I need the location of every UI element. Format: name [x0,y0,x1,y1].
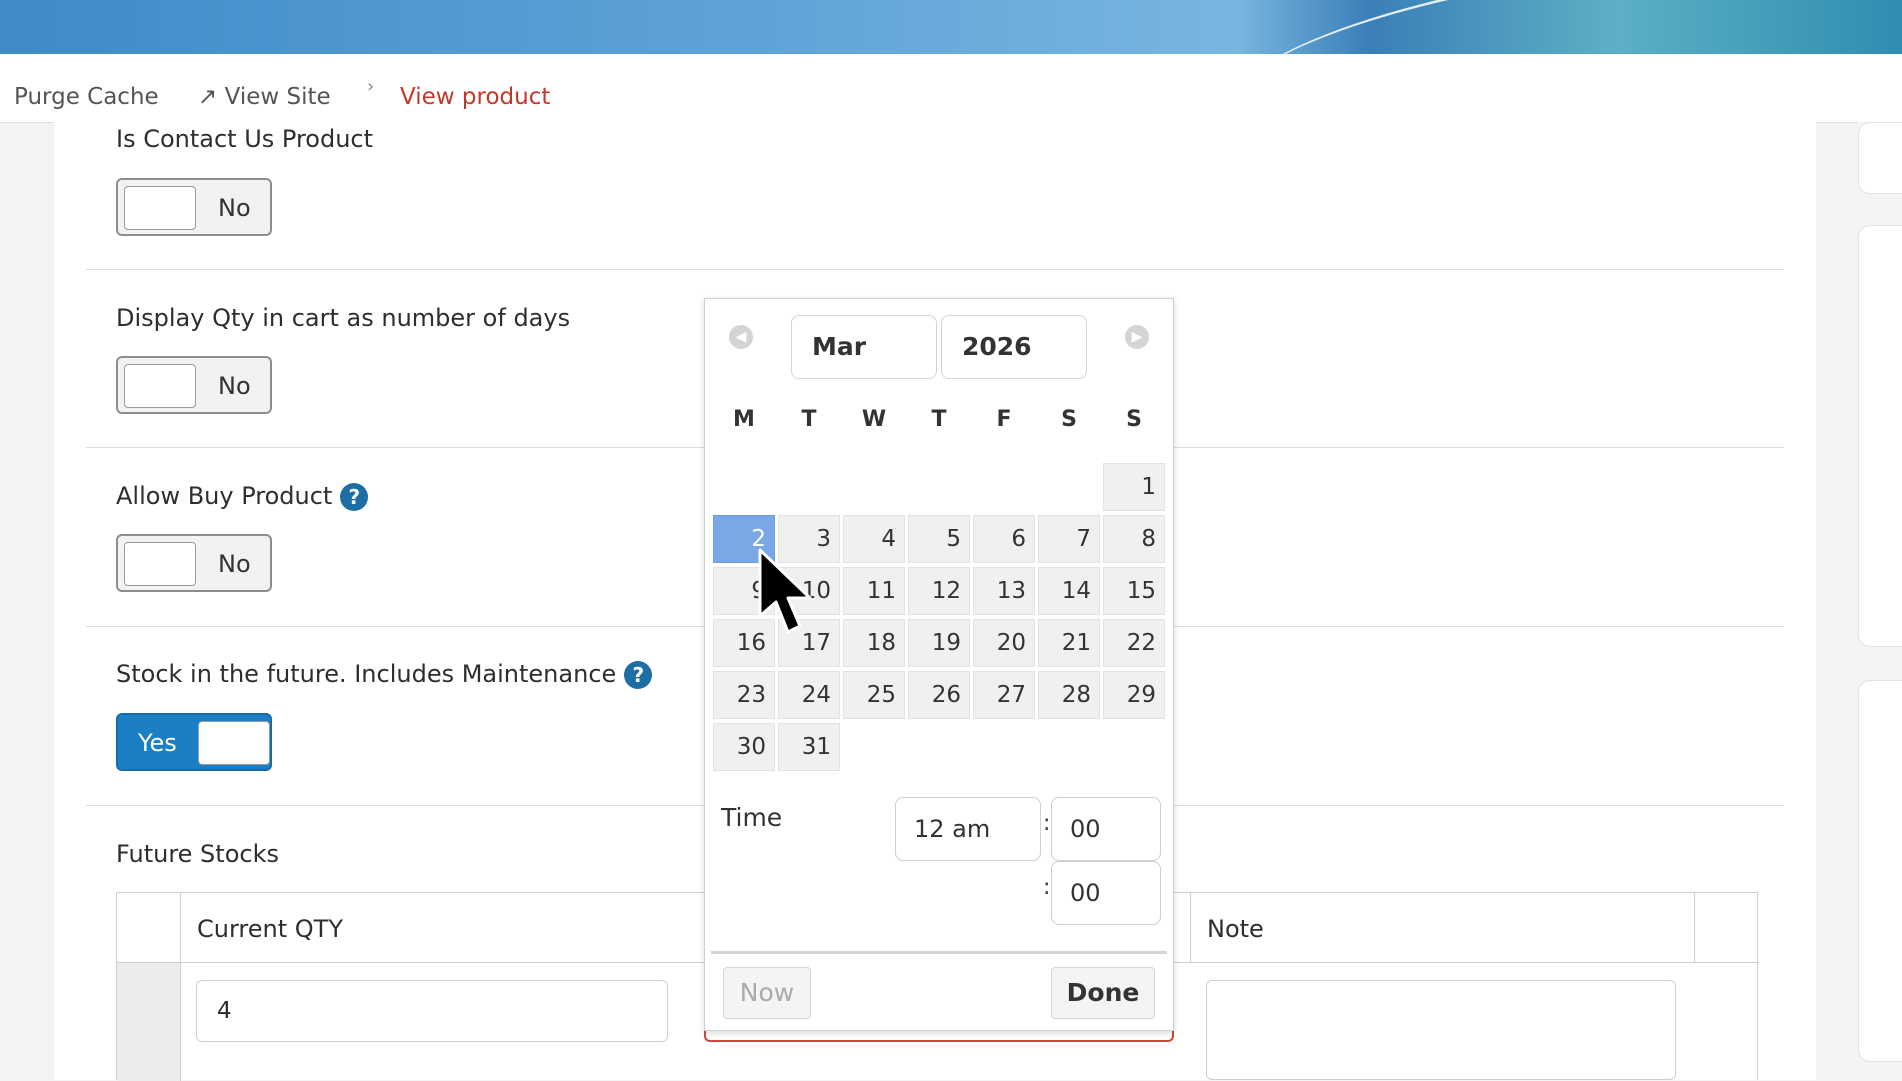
note-input[interactable] [1206,980,1676,1080]
calendar-day[interactable]: 30 [713,723,775,771]
view-site-label: View Site [224,84,331,110]
table-header-cell [117,893,181,963]
calendar-day[interactable]: 29 [1103,671,1165,719]
calendar-day[interactable]: 15 [1103,567,1165,615]
calendar-day[interactable]: 6 [973,515,1035,563]
calendar-day[interactable]: 23 [713,671,775,719]
weekday-label: M [733,407,755,432]
contact-us-label: Is Contact Us Product [116,125,374,153]
weekday-label: S [1126,407,1142,432]
calendar-day[interactable]: 1 [1103,463,1165,511]
weekday-label: S [1061,407,1077,432]
table-row-handle [117,963,181,1081]
month-select[interactable]: Mar [791,315,937,379]
toggle-knob [124,186,196,230]
toggle-state: No [218,372,251,400]
divider [86,269,1784,270]
toggle-state: Yes [138,729,177,757]
help-icon[interactable]: ? [624,661,653,689]
stock-future-label-text: Stock in the future. Includes Maintenanc… [116,660,617,688]
calendar-day[interactable]: 14 [1038,567,1100,615]
external-link-icon: ↗ [198,84,218,110]
weekday-label: W [861,407,887,432]
weekday-label: T [931,407,947,432]
allow-buy-toggle[interactable]: No [116,534,272,592]
calendar-day[interactable]: 3 [778,515,840,563]
breadcrumb-current[interactable]: View product [400,84,550,110]
display-qty-toggle[interactable]: No [116,356,272,414]
future-stocks-title: Future Stocks [116,840,279,868]
year-select[interactable]: 2026 [941,315,1087,379]
done-button[interactable]: Done [1051,967,1155,1019]
calendar-day[interactable]: 19 [908,619,970,667]
calendar-day[interactable]: 2 [713,515,775,563]
calendar-day[interactable]: 20 [973,619,1035,667]
calendar-day[interactable]: 10 [778,567,840,615]
current-qty-input[interactable]: 4 [196,980,668,1042]
purge-cache-link[interactable]: Purge Cache [14,84,159,110]
now-button[interactable]: Now [723,967,811,1019]
calendar-day[interactable]: 16 [713,619,775,667]
calendar-day[interactable]: 18 [843,619,905,667]
rail-card [1858,680,1902,1062]
calendar-day[interactable]: 9 [713,567,775,615]
calendar-day[interactable]: 22 [1103,619,1165,667]
allow-buy-label-text: Allow Buy Product [116,482,333,510]
weekday-label: F [996,407,1012,432]
toggle-knob [198,721,270,765]
rail-card [1858,225,1902,647]
banner-swoosh [1221,0,1902,54]
calendar-day[interactable]: 31 [778,723,840,771]
calendar-day[interactable]: 17 [778,619,840,667]
calendar-day[interactable]: 27 [973,671,1035,719]
time-colon: : [1043,875,1051,900]
breadcrumb-separator: › [367,76,375,97]
calendar-day[interactable]: 5 [908,515,970,563]
calendar-day[interactable]: 21 [1038,619,1100,667]
calendar-day[interactable]: 4 [843,515,905,563]
help-icon[interactable]: ? [340,483,369,511]
prev-month-icon[interactable]: ◀ [729,325,753,349]
time-label: Time [721,803,783,832]
calendar-day[interactable]: 8 [1103,515,1165,563]
view-site-link[interactable]: ↗ View Site [198,84,331,110]
next-month-icon[interactable]: ▶ [1125,325,1149,349]
toggle-state: No [218,194,251,222]
allow-buy-label: Allow Buy Product? [116,482,369,511]
weekday-label: T [801,407,817,432]
rail-card [1858,122,1902,194]
calendar-day[interactable]: 12 [908,567,970,615]
header-banner [0,0,1902,54]
calendar-day[interactable]: 7 [1038,515,1100,563]
table-header-note: Note [1191,893,1695,963]
calendar-day[interactable]: 28 [1038,671,1100,719]
calendar-day[interactable]: 24 [778,671,840,719]
minute-select[interactable]: 00 [1051,797,1161,861]
display-qty-label: Display Qty in cart as number of days [116,304,571,332]
time-colon: : [1043,811,1051,836]
calendar-day[interactable]: 26 [908,671,970,719]
datepicker-separator [711,951,1167,954]
calendar-day[interactable]: 25 [843,671,905,719]
calendar-day[interactable]: 13 [973,567,1035,615]
toggle-state: No [218,550,251,578]
second-select[interactable]: 00 [1051,861,1161,925]
datepicker-popup: ◀ ▶ Mar 2026 MTWTFSS 1 2 3 4 5 6 7 8 9 10 11 12 13 14… [704,298,1174,1031]
contact-us-toggle[interactable]: No [116,178,272,236]
toggle-knob [124,542,196,586]
table-header-cell [1695,893,1759,963]
calendar-day[interactable]: 11 [843,567,905,615]
toggle-knob [124,364,196,408]
hour-select[interactable]: 12 am [895,797,1041,861]
stock-future-label: Stock in the future. Includes Maintenanc… [116,660,653,689]
stock-future-toggle[interactable]: Yes [116,713,272,771]
admin-topbar: Purge Cache ↗ View Site › View product [0,54,1902,123]
